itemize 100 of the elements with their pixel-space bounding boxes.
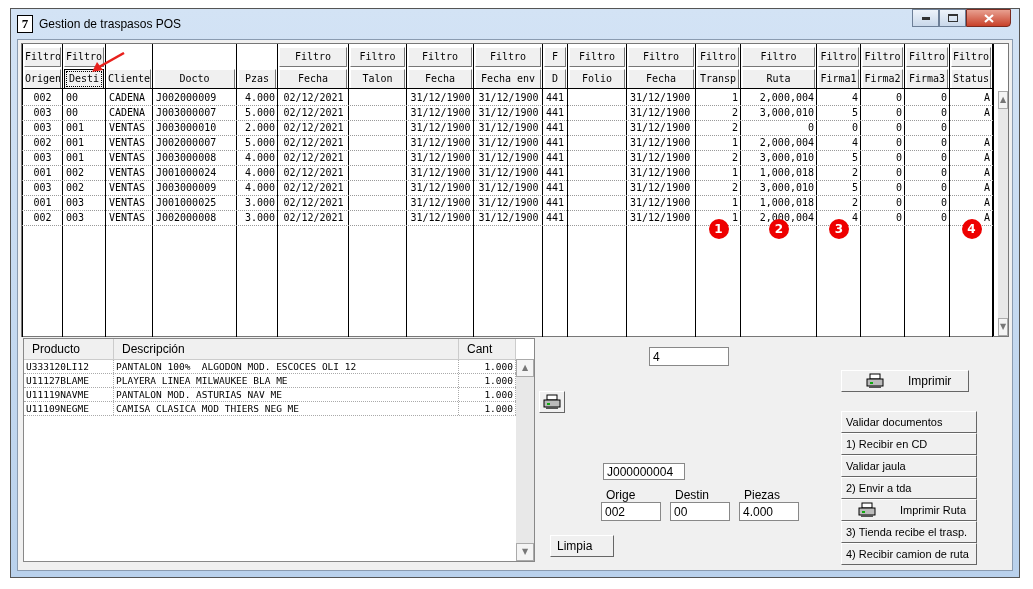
- action-button[interactable]: 4) Recibir camion de ruta: [841, 543, 977, 565]
- table-cell: 002: [33, 212, 52, 223]
- document-field[interactable]: J000000004: [603, 463, 685, 480]
- print-button[interactable]: Imprimir: [841, 370, 969, 392]
- table-cell: 0: [940, 197, 947, 208]
- scrollbar[interactable]: ▲ ▼: [516, 359, 534, 561]
- column-header[interactable]: Desti: [64, 68, 104, 89]
- clear-button[interactable]: Limpia: [550, 535, 614, 557]
- table-cell: 4: [851, 137, 858, 148]
- table-cell: 2: [731, 152, 738, 163]
- table-cell: 003: [33, 152, 52, 163]
- action-button[interactable]: Validar jaula: [841, 455, 977, 477]
- table-cell: 001: [66, 122, 85, 133]
- action-button[interactable]: 1) Recibir en CD: [841, 433, 977, 455]
- table-cell: 31/12/1900: [410, 167, 471, 178]
- column-header[interactable]: Fecha env: [475, 68, 541, 89]
- table-cell: 441: [546, 137, 565, 148]
- table-cell: 001: [33, 197, 52, 208]
- table-cell: 0: [940, 122, 947, 133]
- input-field[interactable]: 00: [670, 502, 730, 521]
- scroll-down-button[interactable]: ▼: [516, 543, 534, 561]
- scrollbar[interactable]: ▲ ▼: [998, 91, 1008, 336]
- column-header[interactable]: Ruta: [742, 68, 815, 89]
- filter-button[interactable]: Filtro: [818, 46, 859, 67]
- action-button[interactable]: Validar documentos: [841, 411, 977, 433]
- column-header[interactable]: Producto: [24, 339, 114, 359]
- table-cell: 002: [66, 167, 85, 178]
- print-button[interactable]: [539, 391, 565, 413]
- table-cell: VENTAS: [109, 137, 146, 148]
- table-cell: 001: [33, 167, 52, 178]
- close-button[interactable]: [966, 9, 1011, 27]
- table-cell: PANTALON MOD. ASTURIAS NAV ME: [116, 389, 282, 400]
- filter-button[interactable]: Filtro: [697, 46, 739, 67]
- filter-button[interactable]: Filtro: [64, 46, 104, 67]
- filter-button[interactable]: Filtro: [862, 46, 903, 67]
- column-header[interactable]: Transp: [697, 68, 739, 89]
- filter-button[interactable]: Filtro: [475, 46, 541, 67]
- maximize-button[interactable]: [939, 9, 966, 27]
- column-header[interactable]: Cliente: [107, 68, 151, 89]
- table-cell: J003000009: [156, 182, 217, 193]
- column-header[interactable]: Fecha: [279, 68, 347, 89]
- window-title: Gestion de traspasos POS: [39, 17, 183, 31]
- table-cell: 31/12/1900: [630, 197, 691, 208]
- column-header[interactable]: D: [544, 68, 566, 89]
- table-cell: 02/12/2021: [283, 182, 344, 193]
- filter-button[interactable]: Filtro: [628, 46, 694, 67]
- table-cell: 1: [731, 92, 738, 103]
- action-button[interactable]: 3) Tienda recibe el trasp.: [841, 521, 977, 543]
- table-cell: J003000007: [156, 107, 217, 118]
- table-cell: PLAYERA LINEA MILWAUKEE BLA ME: [116, 375, 288, 386]
- table-cell: 0: [895, 152, 902, 163]
- table-cell: 4.000: [244, 167, 275, 178]
- table-cell: 0: [895, 182, 902, 193]
- table-cell: 5.000: [244, 107, 275, 118]
- table-cell: U11109NEGME: [26, 403, 89, 414]
- filter-button[interactable]: F: [544, 46, 566, 67]
- table-cell: 2: [731, 122, 738, 133]
- column-header[interactable]: Pzas: [238, 68, 276, 89]
- scroll-up-button[interactable]: ▲: [998, 91, 1008, 109]
- filter-button[interactable]: Filtro: [279, 46, 347, 67]
- printer-icon: [866, 373, 884, 389]
- input-field[interactable]: 4.000: [739, 502, 799, 521]
- column-header[interactable]: Status: [951, 68, 991, 89]
- filter-button[interactable]: Filtro: [569, 46, 625, 67]
- table-cell: 3.000: [244, 212, 275, 223]
- filter-button[interactable]: Filtro: [906, 46, 948, 67]
- input-field[interactable]: 002: [601, 502, 661, 521]
- filter-button[interactable]: Filtro: [742, 46, 815, 67]
- table-cell: J002000007: [156, 137, 217, 148]
- table-cell: 02/12/2021: [283, 197, 344, 208]
- table-cell: 31/12/1900: [410, 197, 471, 208]
- filter-button[interactable]: Filtro: [24, 46, 61, 67]
- minimize-button[interactable]: [912, 9, 939, 27]
- table-cell: 0: [895, 167, 902, 178]
- filter-button[interactable]: Filtro: [408, 46, 472, 67]
- table-cell: 31/12/1900: [478, 92, 539, 103]
- action-button[interactable]: 2) Envir a tda: [841, 477, 977, 499]
- table-cell: 003: [33, 107, 52, 118]
- column-header[interactable]: Fecha: [628, 68, 694, 89]
- column-header[interactable]: Folio: [569, 68, 625, 89]
- column-header[interactable]: Talon: [350, 68, 405, 89]
- count-field[interactable]: 4: [649, 347, 729, 366]
- column-header[interactable]: Firma1: [818, 68, 859, 89]
- column-header[interactable]: Docto: [154, 68, 235, 89]
- column-header[interactable]: Firma2: [862, 68, 903, 89]
- table-cell: 1,000,018: [759, 167, 814, 178]
- scroll-down-button[interactable]: ▼: [998, 318, 1008, 336]
- filter-button[interactable]: Filtro: [350, 46, 405, 67]
- column-header[interactable]: Firma3: [906, 68, 948, 89]
- filter-button[interactable]: Filtro: [951, 46, 991, 67]
- table-cell: J001000025: [156, 197, 217, 208]
- scroll-up-button[interactable]: ▲: [516, 359, 534, 377]
- column-header[interactable]: Origen: [24, 68, 61, 89]
- table-cell: 0: [895, 212, 902, 223]
- action-button[interactable]: Imprimir Ruta: [841, 499, 977, 521]
- column-header[interactable]: Descripción: [114, 339, 459, 359]
- column-header[interactable]: Cant: [459, 339, 516, 359]
- column-header[interactable]: Fecha: [408, 68, 472, 89]
- table-cell: 3,000,010: [759, 182, 814, 193]
- table-cell: 441: [546, 167, 565, 178]
